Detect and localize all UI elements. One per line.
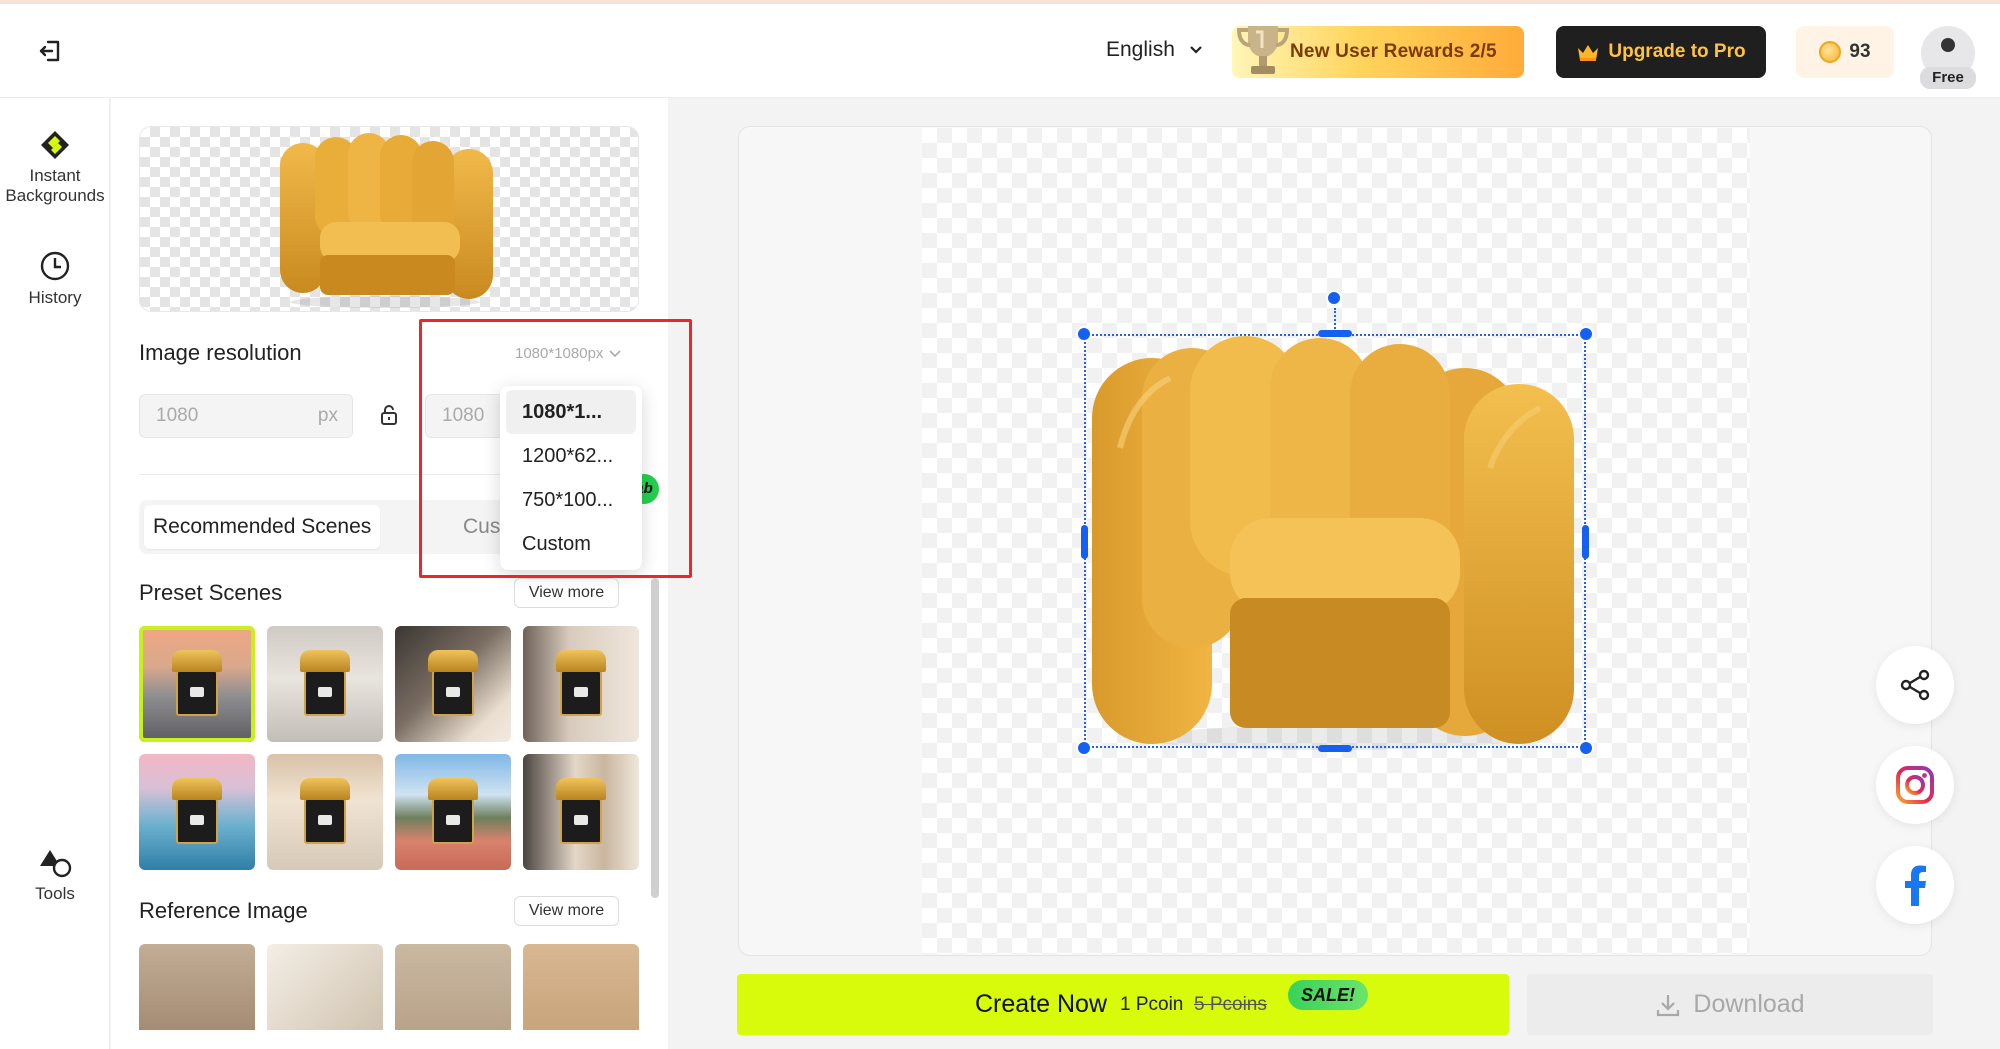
height-value: 1080 [442, 405, 485, 426]
rotate-handle[interactable] [1326, 290, 1342, 306]
download-icon [1657, 994, 1680, 1016]
resize-handle-top-left[interactable] [1076, 326, 1092, 342]
instant-backgrounds-icon [41, 131, 69, 159]
product-bottle [556, 778, 606, 844]
rail-item-history[interactable]: History [0, 250, 110, 308]
preset-scene-5[interactable] [139, 754, 255, 870]
trophy-icon [1236, 26, 1290, 74]
product-bottle [300, 650, 350, 716]
exit-icon [39, 40, 60, 62]
resize-handle-top-right[interactable] [1578, 326, 1594, 342]
create-now-button[interactable]: Create Now 1 Pcoin 5 Pcoins [737, 974, 1509, 1035]
rail-label-tools: Tools [35, 884, 75, 903]
instagram-icon [1896, 766, 1934, 804]
create-cost: 1 Pcoin [1120, 994, 1184, 1015]
resolution-option-custom[interactable]: Custom [506, 522, 636, 566]
preset-scene-1[interactable] [139, 626, 255, 742]
settings-panel: Image resolution 1080*1080px 1080 px 108… [111, 98, 668, 1049]
sale-badge: SALE! [1288, 980, 1368, 1010]
image-resolution-title: Image resolution [139, 340, 302, 365]
resolution-select-value: 1080*1080px [515, 345, 604, 362]
armchair-thumbnail-image [280, 133, 493, 308]
resolution-select[interactable]: 1080*1080px [515, 345, 621, 362]
tab-recommended-scenes[interactable]: Recommended Scenes [144, 505, 381, 549]
reference-image-title: Reference Image [139, 898, 308, 923]
share-button[interactable] [1876, 646, 1954, 724]
preset-view-more-button[interactable]: View more [514, 578, 619, 608]
instagram-button[interactable] [1876, 746, 1954, 824]
facebook-icon [1905, 865, 1926, 906]
reference-view-more-button[interactable]: View more [514, 896, 619, 926]
source-image-thumbnail[interactable] [139, 126, 639, 312]
clock-icon [40, 251, 70, 281]
language-label: English [1106, 38, 1175, 61]
reference-image-2[interactable] [267, 944, 383, 1030]
rail-label-instant: Instant [29, 166, 81, 185]
width-unit: px [317, 405, 338, 426]
product-bottle [428, 778, 478, 844]
download-label: Download [1693, 990, 1805, 1018]
upgrade-label: Upgrade to Pro [1608, 41, 1746, 62]
product-bottle [428, 650, 478, 716]
resize-handle-bottom-left[interactable] [1076, 740, 1092, 756]
preset-scenes-title: Preset Scenes [139, 580, 283, 605]
top-bar: English New User Rewards 2/5 Upgrade to … [0, 4, 2000, 98]
width-input[interactable]: 1080 px [139, 394, 353, 438]
rail-item-instant-backgrounds[interactable]: Instant Backgrounds [0, 130, 110, 205]
panel-scrollbar[interactable] [651, 578, 659, 898]
preset-scene-6[interactable] [267, 754, 383, 870]
preset-scene-4[interactable] [523, 626, 639, 742]
app-root: English New User Rewards 2/5 Upgrade to … [0, 0, 2000, 1049]
exit-button[interactable] [34, 34, 68, 68]
resize-handle-left[interactable] [1081, 525, 1088, 559]
left-rail: Instant Backgrounds History [0, 98, 110, 1049]
coin-balance[interactable]: 93 [1796, 26, 1894, 78]
rewards-label: New User Rewards 2/5 [1290, 41, 1497, 62]
product-bottle [172, 650, 222, 716]
chevron-down-icon [1190, 46, 1202, 54]
reference-image-3[interactable] [395, 944, 511, 1030]
resize-handle-bottom-right[interactable] [1578, 740, 1594, 756]
resolution-option-2[interactable]: 1200*62... [506, 434, 636, 478]
share-icon [1900, 669, 1930, 701]
plan-badge: Free [1920, 67, 1976, 89]
create-old-cost: 5 Pcoins [1194, 994, 1267, 1015]
preset-scene-3[interactable] [395, 626, 511, 742]
rotate-guide [1334, 308, 1336, 332]
coin-count: 93 [1849, 41, 1871, 62]
preset-scene-7[interactable] [395, 754, 511, 870]
width-value: 1080 [156, 405, 199, 426]
resize-handle-top[interactable] [1318, 330, 1352, 337]
create-now-label: Create Now [975, 990, 1107, 1018]
crown-icon [1578, 45, 1599, 61]
product-bottle [172, 778, 222, 844]
avatar-head [1941, 38, 1955, 52]
coin-icon [1819, 41, 1842, 63]
reference-image-1[interactable] [139, 944, 255, 1030]
resize-handle-bottom[interactable] [1318, 745, 1352, 752]
facebook-button[interactable] [1876, 846, 1954, 924]
download-button[interactable]: Download [1527, 974, 1933, 1035]
product-bottle [556, 650, 606, 716]
selection-box[interactable] [1084, 334, 1586, 748]
lock-icon[interactable] [379, 404, 399, 426]
resolution-option-3[interactable]: 750*100... [506, 478, 636, 522]
language-selector[interactable]: English [1106, 38, 1203, 62]
rail-item-tools[interactable]: Tools [0, 848, 110, 904]
shapes-icon [40, 850, 72, 878]
resize-handle-right[interactable] [1582, 525, 1589, 559]
chevron-down-icon [609, 349, 621, 357]
new-user-rewards-button[interactable]: New User Rewards 2/5 [1232, 26, 1524, 78]
rail-label-history: History [28, 288, 82, 307]
resolution-dropdown-menu: 1080*1... 1200*62... 750*100... Custom [500, 386, 642, 570]
upgrade-to-pro-button[interactable]: Upgrade to Pro [1556, 26, 1766, 78]
resolution-option-1[interactable]: 1080*1... [506, 390, 636, 434]
reference-image-4[interactable] [523, 944, 639, 1030]
rail-label-backgrounds: Backgrounds [5, 185, 105, 205]
preset-scene-8[interactable] [523, 754, 639, 870]
product-bottle [300, 778, 350, 844]
preset-scene-2[interactable] [267, 626, 383, 742]
